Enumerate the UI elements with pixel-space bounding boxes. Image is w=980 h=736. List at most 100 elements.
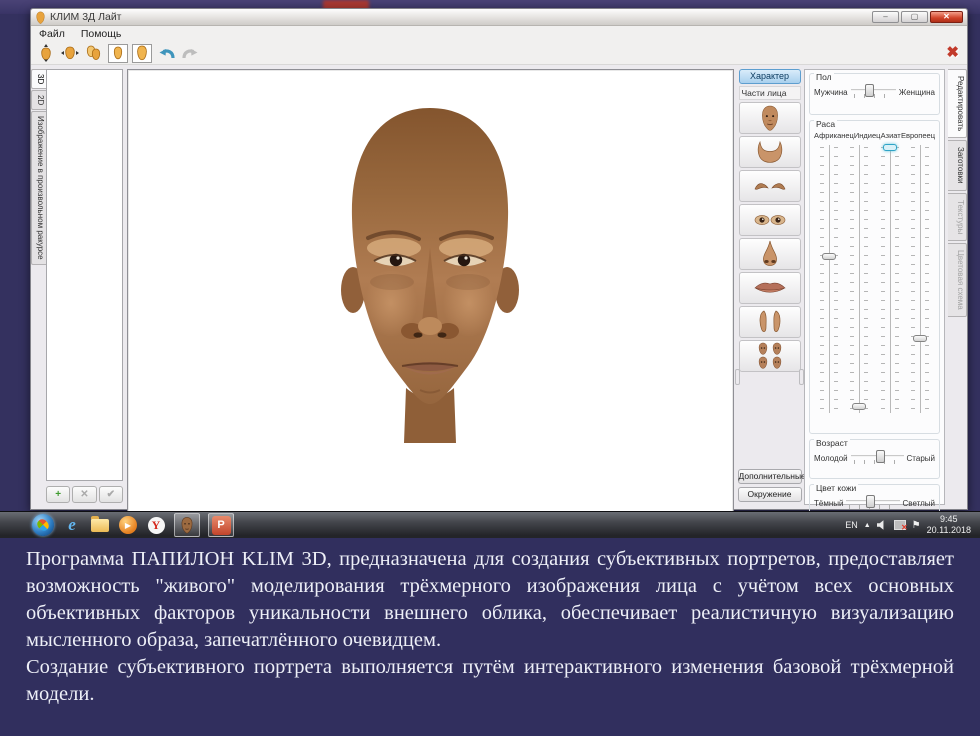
menu-file[interactable]: Файл <box>39 28 65 40</box>
face-model <box>324 98 536 443</box>
parts-extra-buttons: Дополнительные Окружение <box>737 469 802 505</box>
part-eyes-button[interactable] <box>739 204 801 236</box>
gender-min-label: Мужчина <box>814 88 848 97</box>
eyes-icon <box>753 213 787 227</box>
gender-slider[interactable] <box>851 84 896 100</box>
environment-button[interactable]: Окружение <box>738 487 802 502</box>
undo-icon[interactable] <box>156 44 176 63</box>
remove-portrait-button[interactable]: ✕ <box>72 486 96 503</box>
head-types-icon <box>756 342 784 370</box>
minimize-button[interactable]: – <box>872 11 899 23</box>
race-group-label: Раса <box>814 119 837 129</box>
age-group: Возраст Молодой Старый <box>809 439 940 479</box>
titlebar[interactable]: КЛИМ 3Д Лайт – ▢ ✕ <box>31 9 967 26</box>
race-slider-african[interactable] <box>814 143 844 415</box>
race-slider-asian[interactable] <box>875 143 905 415</box>
framed-head-small-icon[interactable] <box>108 44 128 63</box>
race-slider-indian-thumb[interactable] <box>852 403 866 410</box>
tab-2d[interactable]: 2D <box>31 90 46 110</box>
tab-3d[interactable]: 3D <box>31 69 46 89</box>
skin-slider-thumb[interactable] <box>866 495 875 508</box>
skin-group-label: Цвет кожи <box>814 483 858 493</box>
view-tabs: 3D 2D Изображение в произвольном ракурсе <box>31 69 46 265</box>
part-ears-button[interactable] <box>739 306 801 338</box>
taskbar-media-player-icon[interactable]: ▶ <box>118 515 138 535</box>
start-button[interactable] <box>32 514 54 536</box>
age-slider-thumb[interactable] <box>876 450 885 463</box>
face-parts-label: Части лица <box>739 86 801 100</box>
race-slider-european-thumb[interactable] <box>913 335 927 342</box>
close-button[interactable]: ✕ <box>930 11 963 23</box>
windows-flag-icon <box>35 517 51 533</box>
race-slider-asian-thumb[interactable] <box>883 144 897 151</box>
whole-face-icon <box>759 104 781 132</box>
rotate-horizontal-icon[interactable] <box>60 44 80 63</box>
face-shape-icon <box>755 140 785 164</box>
add-portrait-button[interactable]: + <box>46 486 70 503</box>
folder-icon <box>91 519 109 532</box>
taskbar-powerpoint-button[interactable]: P <box>208 513 234 537</box>
tab-presets[interactable]: Заготовки <box>948 140 967 191</box>
caption-paragraph-1: Программа ПАПИЛОН KLIM 3D, предназначена… <box>26 546 954 654</box>
race-slider-african-thumb[interactable] <box>822 253 836 260</box>
toolbar-close-icon[interactable]: ✖ <box>946 43 959 61</box>
gender-group-label: Пол <box>814 72 834 82</box>
caption-buttons: – ▢ ✕ <box>872 11 963 23</box>
tab-color-scheme: Цветовая схема <box>948 243 967 317</box>
action-center-flag-icon[interactable]: ⚑ <box>912 520 921 531</box>
toolbar: ✖ <box>31 42 967 65</box>
race-group: Раса Африканец Индиец Азиат Европеец <box>809 120 940 434</box>
tab-free-view[interactable]: Изображение в произвольном ракурсе <box>31 111 46 265</box>
system-tray: EN ▲ ✕ ⚑ 9:45 20.11.2018 <box>845 514 980 536</box>
part-face-shape-button[interactable] <box>739 136 801 168</box>
rotate-vertical-icon[interactable] <box>36 44 56 63</box>
taskbar-yandex-icon[interactable]: Y <box>146 515 166 535</box>
part-eyebrows-button[interactable] <box>739 170 801 202</box>
race-slider-indian[interactable] <box>844 143 874 415</box>
tab-edit[interactable]: Редактировать <box>948 69 967 138</box>
taskbar-klim-app-button[interactable] <box>174 513 200 537</box>
race-label-asian: Азиат <box>880 131 901 140</box>
edit-panel: Пол Мужчина Женщина Раса Африка <box>804 69 945 505</box>
age-slider[interactable] <box>851 450 904 466</box>
skin-max-label: Светлый <box>903 499 936 508</box>
network-icon[interactable]: ✕ <box>894 520 906 530</box>
mode-tabs: Редактировать Заготовки Текстуры Цветова… <box>948 69 967 317</box>
part-whole-face-button[interactable] <box>739 102 801 134</box>
apply-portrait-button[interactable]: ✔ <box>99 486 123 503</box>
lips-icon <box>753 279 787 297</box>
gender-slider-thumb[interactable] <box>865 84 874 97</box>
skin-slider[interactable] <box>846 495 899 511</box>
ears-icon <box>756 309 784 335</box>
model-canvas[interactable] <box>127 69 734 514</box>
framed-head-large-icon[interactable] <box>132 44 152 63</box>
taskbar-explorer-icon[interactable] <box>90 515 110 535</box>
clock-date: 20.11.2018 <box>927 525 971 536</box>
race-slider-european[interactable] <box>905 143 935 415</box>
taskbar-clock[interactable]: 9:45 20.11.2018 <box>927 514 975 536</box>
tab-textures: Текстуры <box>948 193 967 241</box>
tray-expand-icon[interactable]: ▲ <box>864 522 871 529</box>
part-nose-button[interactable] <box>739 238 801 270</box>
slide-caption: Программа ПАПИЛОН KLIM 3D, предназначена… <box>0 538 980 736</box>
menu-help[interactable]: Помощь <box>81 28 122 40</box>
part-lips-button[interactable] <box>739 272 801 304</box>
additional-button[interactable]: Дополнительные <box>738 469 802 484</box>
parts-scroll-left[interactable] <box>735 369 740 385</box>
part-head-types-button[interactable] <box>739 340 801 372</box>
volume-icon[interactable] <box>877 520 888 530</box>
race-label-african: Африканец <box>814 131 854 140</box>
caption-paragraph-2: Создание субъективного портрета выполняе… <box>26 654 954 708</box>
portrait-list[interactable] <box>46 69 123 481</box>
gender-max-label: Женщина <box>899 88 935 97</box>
powerpoint-icon: P <box>212 516 231 535</box>
maximize-button[interactable]: ▢ <box>901 11 928 23</box>
redo-icon[interactable] <box>180 44 200 63</box>
language-indicator[interactable]: EN <box>845 520 858 530</box>
race-label-european: Европеец <box>901 131 935 140</box>
network-error-icon: ✕ <box>901 523 908 532</box>
two-heads-icon[interactable] <box>84 44 104 63</box>
window-content: 3D 2D Изображение в произвольном ракурсе… <box>31 66 967 509</box>
taskbar-ie-icon[interactable]: e <box>62 515 82 535</box>
character-button[interactable]: Характер <box>739 69 801 84</box>
